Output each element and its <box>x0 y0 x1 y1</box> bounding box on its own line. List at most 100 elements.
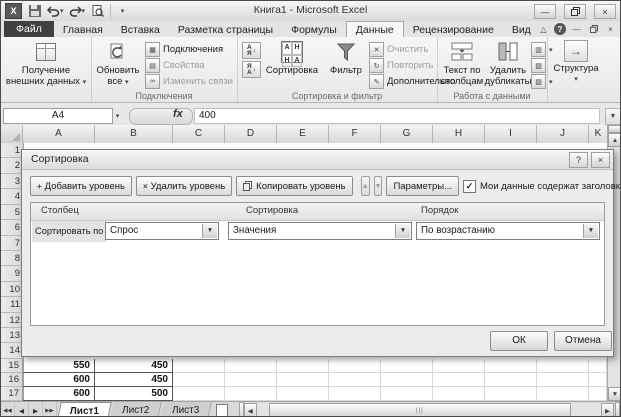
column-header[interactable]: F <box>329 125 381 143</box>
prev-sheet-button[interactable]: ◀ <box>15 402 29 417</box>
insert-function-button[interactable]: fx <box>173 108 183 120</box>
filter-button[interactable]: Фильтр <box>325 40 367 77</box>
split-handle[interactable] <box>608 125 621 133</box>
ribbon-minimize-icon[interactable]: — <box>570 23 583 35</box>
minimize-button[interactable]: — <box>534 4 556 19</box>
tab-formulas[interactable]: Формулы <box>282 22 346 37</box>
tab-review[interactable]: Рецензирование <box>404 22 503 37</box>
add-level-button[interactable]: + Добавить уровень <box>30 176 132 196</box>
edit-links-button[interactable]: ∞ Изменить связи <box>145 74 233 89</box>
column-header[interactable]: H <box>433 125 485 143</box>
consolidate-button[interactable]: ▧ <box>531 58 546 73</box>
next-sheet-button[interactable]: ▶ <box>29 402 43 417</box>
last-sheet-button[interactable]: ▶▶ <box>43 402 57 417</box>
get-external-data-button[interactable]: Получение внешних данных ▾ <box>5 40 87 88</box>
hscroll-thumb[interactable]: ||| <box>269 403 571 417</box>
column-combobox[interactable]: Спрос ▼ <box>105 222 219 240</box>
delete-level-button[interactable]: × Удалить уровень <box>136 176 232 196</box>
move-level-down-button[interactable]: ▼ <box>374 176 383 196</box>
column-header[interactable]: E <box>277 125 329 143</box>
order-combobox[interactable]: По возрастанию ▼ <box>416 222 600 240</box>
sort-ascending-button[interactable]: АЯ ↓ <box>242 42 261 59</box>
headers-checkbox[interactable]: ✓ <box>463 180 476 193</box>
first-sheet-button[interactable]: ◀◀ <box>1 402 15 417</box>
clear-filter-button[interactable]: ✕ Очистить <box>369 42 428 57</box>
options-button[interactable]: Параметры... <box>386 176 459 196</box>
cell-A15[interactable]: 550 <box>23 359 95 373</box>
reapply-filter-button[interactable]: ↻ Повторить <box>369 58 433 73</box>
row-header[interactable]: 7 <box>1 236 23 251</box>
column-header[interactable]: J <box>537 125 589 143</box>
column-header[interactable]: K <box>589 125 607 143</box>
outline-button[interactable]: → Структура ▾ <box>549 40 603 85</box>
column-header[interactable]: G <box>381 125 433 143</box>
ok-button[interactable]: ОК <box>490 331 548 351</box>
row-header[interactable]: 14 <box>1 343 23 358</box>
insert-sheet-button[interactable] <box>211 402 233 417</box>
remove-duplicates-button[interactable]: Удалить дубликаты <box>485 40 531 87</box>
tab-data[interactable]: Данные <box>346 21 404 38</box>
row-header[interactable]: 5 <box>1 205 23 220</box>
dialog-close-button[interactable]: × <box>591 152 610 168</box>
formula-input[interactable]: 400 <box>194 108 600 124</box>
column-header[interactable]: C <box>173 125 225 143</box>
row-header[interactable]: 11 <box>1 297 23 312</box>
cell-B15[interactable]: 450 <box>95 359 173 373</box>
sheet-tab-sheet1[interactable]: Лист1 <box>57 402 112 417</box>
row-header[interactable]: 13 <box>1 328 23 343</box>
combobox-dropdown-icon[interactable]: ▼ <box>583 224 598 238</box>
dialog-help-button[interactable]: ? <box>569 152 588 168</box>
tab-insert[interactable]: Вставка <box>112 22 169 37</box>
tab-home[interactable]: Главная <box>54 22 112 37</box>
properties-button[interactable]: ▤ Свойства <box>145 58 205 73</box>
connections-button[interactable]: ▦ Подключения <box>145 42 223 57</box>
combobox-dropdown-icon[interactable]: ▼ <box>202 224 217 238</box>
tab-page-layout[interactable]: Разметка страницы <box>169 22 282 37</box>
row-header[interactable]: 4 <box>1 189 23 204</box>
close-button[interactable]: × <box>594 4 616 19</box>
row-header[interactable]: 8 <box>1 251 23 266</box>
ribbon-restore-icon[interactable] <box>587 23 600 35</box>
restore-button[interactable] <box>564 4 586 19</box>
row-header[interactable]: 16 <box>1 373 23 387</box>
scroll-down-button[interactable]: ▼ <box>608 387 621 401</box>
row-header[interactable]: 12 <box>1 313 23 328</box>
row-header[interactable]: 3 <box>1 174 23 189</box>
column-header[interactable]: D <box>225 125 277 143</box>
row-header[interactable]: 1 <box>1 143 23 158</box>
row-header[interactable]: 17 <box>1 387 23 401</box>
sheet-tab-sheet2[interactable]: Лист2 <box>110 402 162 417</box>
copy-level-button[interactable]: Копировать уровень <box>236 176 352 196</box>
cell-B17[interactable]: 500 <box>95 387 173 401</box>
cell-A16[interactable]: 600 <box>23 373 95 387</box>
name-box[interactable]: A4 <box>3 108 113 124</box>
hscroll-left-button[interactable]: ◀ <box>244 403 257 417</box>
cell-A17[interactable]: 600 <box>23 387 95 401</box>
row-header[interactable]: 6 <box>1 220 23 235</box>
column-header[interactable]: A <box>23 125 95 143</box>
sort-descending-button[interactable]: ЯА ↓ <box>242 61 261 78</box>
help-button[interactable]: ? <box>554 23 566 35</box>
move-level-up-button[interactable]: ▲ <box>361 176 370 196</box>
tab-view[interactable]: Вид <box>503 22 540 37</box>
refresh-all-button[interactable]: Обновить все ▾ <box>94 40 142 88</box>
sort-dialog-button[interactable]: АННА Сортировка <box>263 40 321 77</box>
sort-on-combobox[interactable]: Значения ▼ <box>228 222 412 240</box>
hscroll-split-handle[interactable] <box>615 402 620 417</box>
text-to-columns-button[interactable]: Текст по столбцам <box>439 40 485 87</box>
tab-file[interactable]: Файл <box>4 21 54 37</box>
expand-formula-bar-button[interactable]: ▼ <box>605 108 621 125</box>
cell-B16[interactable]: 450 <box>95 373 173 387</box>
column-header[interactable]: I <box>485 125 537 143</box>
ribbon-close-icon[interactable]: × <box>604 23 617 35</box>
select-all-corner[interactable] <box>1 125 23 143</box>
horizontal-scrollbar[interactable]: ||| <box>257 403 601 417</box>
combobox-dropdown-icon[interactable]: ▼ <box>395 224 410 238</box>
hscroll-right-button[interactable]: ▶ <box>601 403 614 417</box>
sheet-tab-sheet3[interactable]: Лист3 <box>161 402 213 417</box>
cancel-button[interactable]: Отмена <box>554 331 612 351</box>
row-header[interactable]: 15 <box>1 359 23 373</box>
column-header[interactable]: B <box>95 125 173 143</box>
name-box-dropdown-icon[interactable]: ▾ <box>111 108 124 124</box>
scroll-up-button[interactable]: ▲ <box>608 133 621 147</box>
